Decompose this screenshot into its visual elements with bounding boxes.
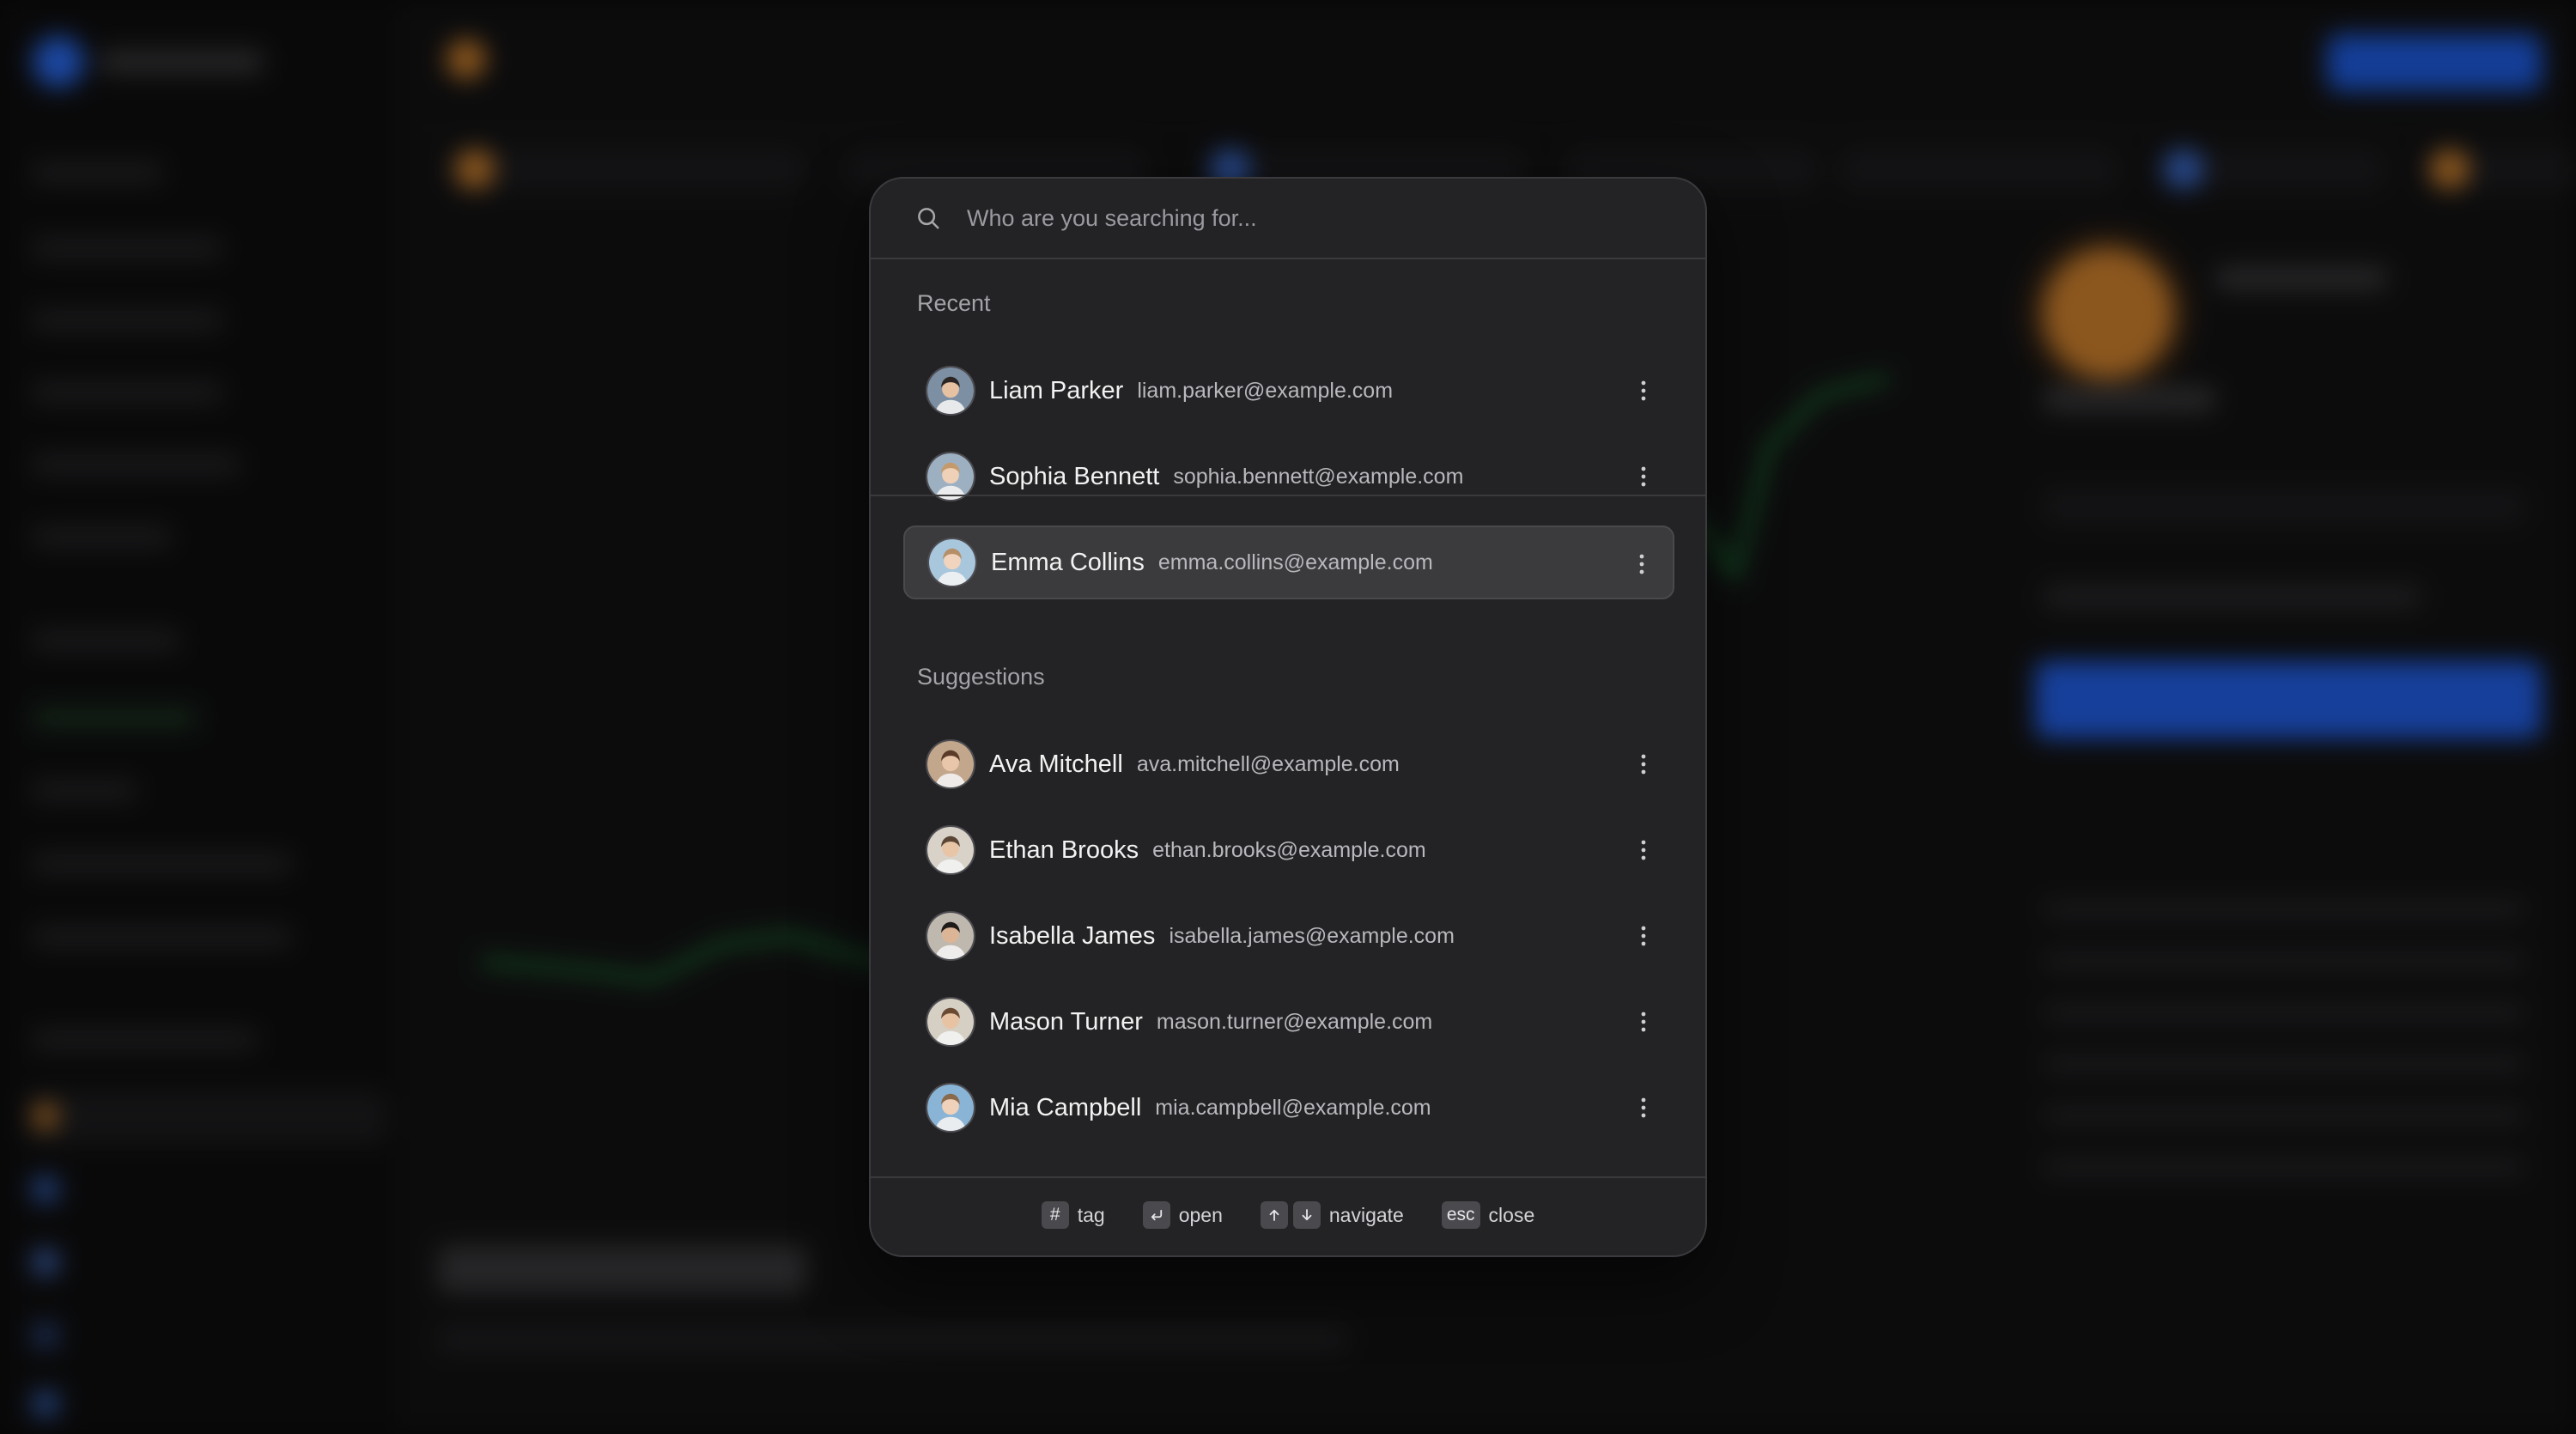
avatar <box>927 538 977 587</box>
hint-close-label: close <box>1488 1203 1535 1226</box>
recent-person-row[interactable]: Emma Collins emma.collins@example.com <box>903 526 1674 599</box>
hint-open-label: open <box>1178 1203 1223 1226</box>
suggestions-person-row[interactable]: Isabella James isabella.james@example.com <box>903 899 1674 973</box>
person-name: Ava Mitchell <box>989 750 1123 778</box>
more-options-icon[interactable] <box>1626 459 1661 494</box>
suggestions-section-label: Suggestions <box>917 664 1045 690</box>
person-email: emma.collins@example.com <box>1157 550 1433 574</box>
person-email: liam.parker@example.com <box>1137 378 1394 403</box>
recent-person-row[interactable]: Sophia Bennett sophia.bennett@example.com <box>903 440 1674 513</box>
hint-tag: # tag <box>1041 1201 1105 1229</box>
more-options-icon[interactable] <box>1626 1091 1661 1125</box>
suggestions-person-row[interactable]: Mia Campbell mia.campbell@example.com <box>903 1071 1674 1145</box>
person-name: Mason Turner <box>989 1007 1143 1036</box>
suggestions-person-row[interactable]: Mason Turner mason.turner@example.com <box>903 985 1674 1059</box>
avatar <box>926 1083 975 1133</box>
keyboard-hints: # tag open navigate esc close <box>871 1175 1705 1255</box>
avatar <box>926 825 975 875</box>
more-options-icon[interactable] <box>1625 547 1659 581</box>
person-name: Emma Collins <box>991 548 1145 576</box>
recent-section-label: Recent <box>917 290 991 316</box>
hint-open: open <box>1142 1201 1223 1229</box>
recent-person-row[interactable]: Liam Parker liam.parker@example.com <box>903 354 1674 428</box>
search-icon <box>918 208 939 229</box>
person-email: ava.mitchell@example.com <box>1136 751 1400 776</box>
avatar <box>926 911 975 961</box>
esc-key: esc <box>1441 1201 1480 1229</box>
people-search-palette: Recent Liam Parker liam.parker@example.co… <box>869 177 1707 1257</box>
section-divider <box>871 495 1705 496</box>
hint-close: esc close <box>1441 1201 1535 1229</box>
person-email: ethan.brooks@example.com <box>1152 837 1426 862</box>
person-name: Liam Parker <box>989 376 1124 404</box>
hint-tag-label: tag <box>1077 1203 1105 1226</box>
more-options-icon[interactable] <box>1626 833 1661 867</box>
person-name: Isabella James <box>989 921 1156 950</box>
arrow-down-key-icon <box>1292 1201 1321 1229</box>
person-email: mia.campbell@example.com <box>1155 1095 1431 1120</box>
more-options-icon[interactable] <box>1626 747 1661 781</box>
search-input[interactable] <box>967 204 1671 232</box>
more-options-icon[interactable] <box>1626 919 1661 953</box>
enter-key-icon <box>1142 1201 1170 1229</box>
more-options-icon[interactable] <box>1626 374 1661 408</box>
person-name: Ethan Brooks <box>989 835 1139 864</box>
hash-key: # <box>1041 1201 1069 1229</box>
person-name: Sophia Bennett <box>989 462 1160 490</box>
more-options-icon[interactable] <box>1626 1005 1661 1039</box>
person-email: isabella.james@example.com <box>1169 923 1455 948</box>
avatar <box>926 366 975 416</box>
suggestions-person-row[interactable]: Ethan Brooks ethan.brooks@example.com <box>903 813 1674 887</box>
person-name: Mia Campbell <box>989 1093 1142 1121</box>
hint-navigate-label: navigate <box>1328 1203 1404 1226</box>
suggestions-person-row[interactable]: Ava Mitchell ava.mitchell@example.com <box>903 727 1674 801</box>
avatar <box>926 739 975 789</box>
avatar <box>926 997 975 1047</box>
search-bar <box>871 179 1705 259</box>
hint-navigate: navigate <box>1260 1201 1404 1229</box>
arrow-up-key-icon <box>1260 1201 1288 1229</box>
person-email: sophia.bennett@example.com <box>1173 464 1464 489</box>
person-email: mason.turner@example.com <box>1156 1009 1433 1034</box>
